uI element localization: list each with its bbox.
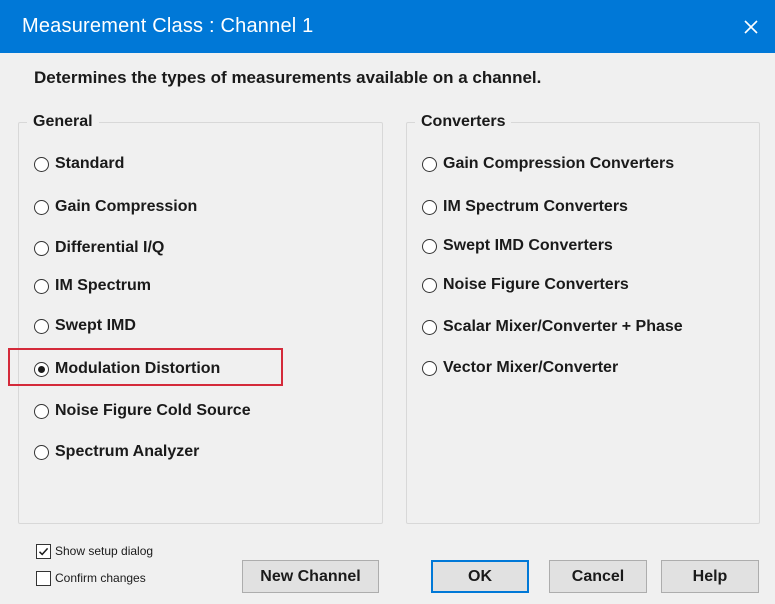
radio-standard[interactable]: Standard [34, 152, 124, 176]
radio-button-icon [422, 277, 437, 293]
radio-label: Gain Compression [55, 198, 198, 215]
converters-legend: Converters [421, 113, 506, 130]
cancel-button[interactable]: Cancel [549, 560, 647, 593]
title-bar: Measurement Class : Channel 1 [0, 0, 775, 53]
window-title: Measurement Class : Channel 1 [22, 15, 314, 37]
checkbox-label: Confirm changes [55, 571, 146, 585]
radio-label: IM Spectrum [55, 277, 152, 294]
radio-differential-iq[interactable]: Differential I/Q [34, 236, 164, 260]
selection-highlight-box [8, 348, 283, 386]
radio-label: Gain Compression Converters [443, 155, 675, 172]
help-button[interactable]: Help [661, 560, 759, 593]
radio-button-icon [34, 199, 49, 215]
radio-label: Spectrum Analyzer [55, 443, 200, 460]
radio-im-spectrum-converters[interactable]: IM Spectrum Converters [422, 195, 628, 219]
radio-label: Noise Figure Cold Source [55, 402, 251, 419]
radio-button-icon [422, 199, 437, 215]
radio-button-icon [34, 278, 49, 294]
radio-swept-imd-converters[interactable]: Swept IMD Converters [422, 234, 613, 258]
radio-label: Noise Figure Converters [443, 276, 629, 293]
radio-button-icon [422, 156, 437, 172]
dialog-body: Determines the types of measurements ava… [0, 53, 775, 604]
dialog-description: Determines the types of measurements ava… [34, 68, 542, 87]
radio-label: IM Spectrum Converters [443, 198, 628, 215]
radio-im-spectrum[interactable]: IM Spectrum [34, 274, 151, 298]
radio-noise-figure-converters[interactable]: Noise Figure Converters [422, 273, 629, 297]
radio-button-icon [422, 360, 437, 376]
checkbox-icon [36, 570, 51, 586]
radio-label: Swept IMD [55, 317, 136, 334]
checkbox-icon [36, 543, 51, 559]
close-icon [744, 19, 758, 34]
ok-button[interactable]: OK [431, 560, 529, 593]
radio-gain-compression-converters[interactable]: Gain Compression Converters [422, 152, 674, 176]
radio-label: Standard [55, 155, 125, 172]
radio-button-icon [34, 444, 49, 460]
radio-button-icon [34, 403, 49, 419]
checkbox-label: Show setup dialog [55, 544, 154, 558]
new-channel-button[interactable]: New Channel [242, 560, 379, 593]
radio-label: Differential I/Q [55, 239, 165, 256]
radio-label: Vector Mixer/Converter [443, 359, 619, 376]
close-button[interactable] [727, 0, 775, 53]
radio-noise-figure-cold-source[interactable]: Noise Figure Cold Source [34, 399, 251, 423]
radio-scalar-mixer-converter-phase[interactable]: Scalar Mixer/Converter + Phase [422, 315, 683, 339]
radio-button-icon [34, 318, 49, 334]
radio-button-icon [422, 238, 437, 254]
checkmark-icon [38, 547, 49, 555]
show-setup-dialog-checkbox[interactable]: Show setup dialog [36, 541, 153, 561]
radio-button-icon [34, 156, 49, 172]
radio-button-icon [422, 319, 437, 335]
radio-button-icon [34, 240, 49, 256]
radio-vector-mixer-converter[interactable]: Vector Mixer/Converter [422, 356, 618, 380]
confirm-changes-checkbox[interactable]: Confirm changes [36, 568, 146, 588]
radio-swept-imd[interactable]: Swept IMD [34, 314, 136, 338]
radio-label: Scalar Mixer/Converter + Phase [443, 318, 683, 335]
radio-gain-compression[interactable]: Gain Compression [34, 195, 197, 219]
radio-label: Swept IMD Converters [443, 237, 613, 254]
radio-spectrum-analyzer[interactable]: Spectrum Analyzer [34, 440, 199, 464]
general-legend: General [33, 113, 93, 130]
